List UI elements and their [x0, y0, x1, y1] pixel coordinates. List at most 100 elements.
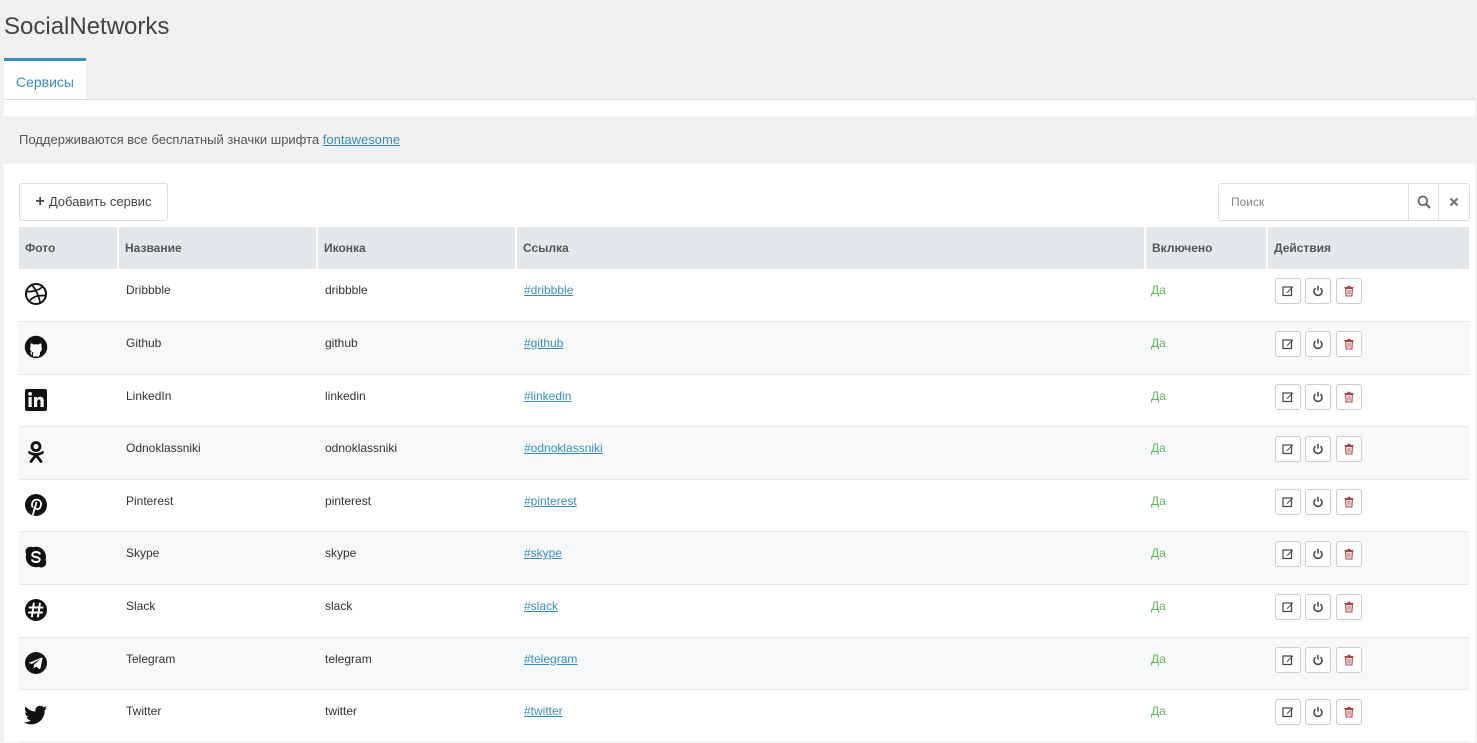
col-icon[interactable]: Иконка: [317, 227, 517, 269]
table-row: Github github #github Да: [19, 321, 1469, 375]
service-icon-name: pinterest: [325, 493, 372, 508]
col-enabled[interactable]: Включено: [1145, 227, 1268, 269]
table-row: Telegram telegram #telegram Да: [19, 637, 1469, 690]
enabled-status: Да: [1151, 283, 1166, 297]
photo-cell: [19, 585, 118, 638]
tab-services[interactable]: Сервисы: [4, 58, 86, 99]
edit-button[interactable]: [1275, 646, 1301, 673]
toggle-button[interactable]: [1305, 436, 1332, 463]
link-cell: #linkedin: [516, 374, 1145, 427]
search-input[interactable]: [1218, 183, 1408, 221]
content-panel: Поддерживаются все бесплатный значки шри…: [4, 100, 1475, 743]
actions-cell: [1267, 427, 1469, 480]
edit-icon: [1282, 549, 1294, 560]
delete-button[interactable]: [1335, 594, 1362, 621]
table-row: Dribbble dribbble #dribbble Да: [19, 269, 1469, 322]
service-icon-name: telegram: [325, 651, 372, 666]
photo-cell: [19, 479, 118, 532]
actions-cell: [1267, 374, 1469, 427]
edit-icon: [1282, 707, 1294, 718]
dribbble-icon: [25, 283, 47, 305]
delete-button[interactable]: [1335, 436, 1362, 463]
pinterest-icon: [25, 493, 47, 516]
service-name: Odnoklassniki: [126, 441, 201, 456]
odnoklassniki-icon: [28, 441, 44, 464]
trash-icon: [1344, 601, 1354, 613]
service-link[interactable]: #slack: [524, 599, 558, 613]
trash-icon: [1344, 654, 1354, 666]
delete-button[interactable]: [1335, 488, 1362, 515]
edit-button[interactable]: [1275, 383, 1301, 410]
actions-cell: [1267, 690, 1469, 743]
toggle-button[interactable]: [1305, 699, 1332, 726]
toggle-button[interactable]: [1305, 331, 1332, 358]
link-cell: #twitter: [516, 690, 1145, 743]
edit-icon: [1282, 339, 1294, 350]
tab-bar: Сервисы: [4, 58, 1475, 100]
enabled-status: Да: [1151, 599, 1166, 614]
search-box: [1218, 183, 1470, 221]
search-icon: [1417, 195, 1431, 209]
power-icon: [1313, 338, 1324, 350]
github-icon: [24, 335, 48, 359]
table-row: LinkedIn linkedin #linkedin Да: [19, 374, 1469, 427]
toggle-button[interactable]: [1305, 488, 1332, 515]
photo-cell: [19, 322, 118, 375]
fontawesome-link[interactable]: fontawesome: [323, 132, 400, 147]
table-row: Skype skype #skype Да: [19, 531, 1469, 585]
edit-button[interactable]: [1275, 331, 1301, 358]
edit-icon: [1282, 392, 1294, 402]
delete-button[interactable]: [1335, 699, 1362, 726]
col-name[interactable]: Название: [118, 227, 318, 269]
service-link[interactable]: #twitter: [524, 704, 563, 718]
table-row: Slack slack #slack Да: [19, 585, 1469, 638]
toggle-button[interactable]: [1305, 541, 1332, 568]
delete-button[interactable]: [1335, 278, 1362, 304]
power-icon: [1313, 391, 1324, 402]
add-service-button[interactable]: + Добавить сервис: [19, 183, 168, 221]
delete-button[interactable]: [1335, 331, 1362, 358]
col-link[interactable]: Ссылка: [516, 227, 1146, 269]
toggle-button[interactable]: [1305, 383, 1332, 410]
table-row: Twitter twitter #twitter Да: [19, 690, 1469, 743]
edit-button[interactable]: [1275, 699, 1301, 726]
toggle-button[interactable]: [1305, 278, 1332, 304]
edit-icon: [1282, 602, 1294, 613]
link-cell: #slack: [516, 585, 1145, 638]
service-link[interactable]: #dribbble: [524, 283, 573, 297]
table-row: Odnoklassniki odnoklassniki #odnoklassni…: [19, 426, 1469, 480]
skype-icon: [25, 547, 47, 568]
service-link[interactable]: #linkedin: [524, 389, 571, 403]
enabled-status: Да: [1151, 336, 1166, 351]
edit-icon: [1282, 655, 1294, 665]
table-row: Pinterest pinterest #pinterest Да: [19, 479, 1469, 532]
service-icon-name: slack: [325, 599, 353, 614]
service-link[interactable]: #github: [524, 336, 563, 350]
enabled-status: Да: [1151, 546, 1166, 561]
toggle-button[interactable]: [1305, 646, 1332, 673]
service-link[interactable]: #odnoklassniki: [524, 441, 603, 455]
page-title: SocialNetworks: [4, 13, 170, 40]
edit-button[interactable]: [1275, 541, 1301, 568]
notice-text: Поддерживаются все бесплатный значки шри…: [19, 132, 323, 147]
service-link[interactable]: #telegram: [524, 652, 577, 666]
edit-button[interactable]: [1275, 278, 1301, 304]
delete-button[interactable]: [1335, 541, 1362, 568]
col-photo[interactable]: Фото: [19, 227, 119, 269]
search-button[interactable]: [1408, 183, 1439, 221]
service-icon-name: dribbble: [325, 283, 368, 297]
edit-button[interactable]: [1275, 594, 1301, 621]
clear-search-button[interactable]: [1439, 183, 1470, 221]
service-link[interactable]: #skype: [524, 546, 562, 560]
delete-button[interactable]: [1335, 646, 1362, 673]
trash-icon: [1344, 549, 1354, 561]
service-name: LinkedIn: [126, 388, 172, 403]
service-link[interactable]: #pinterest: [524, 494, 577, 508]
edit-button[interactable]: [1275, 488, 1301, 515]
link-cell: #github: [516, 322, 1145, 375]
delete-button[interactable]: [1335, 383, 1362, 410]
trash-icon: [1344, 444, 1354, 455]
photo-cell: [19, 532, 118, 585]
edit-button[interactable]: [1275, 436, 1301, 463]
toggle-button[interactable]: [1305, 594, 1332, 621]
